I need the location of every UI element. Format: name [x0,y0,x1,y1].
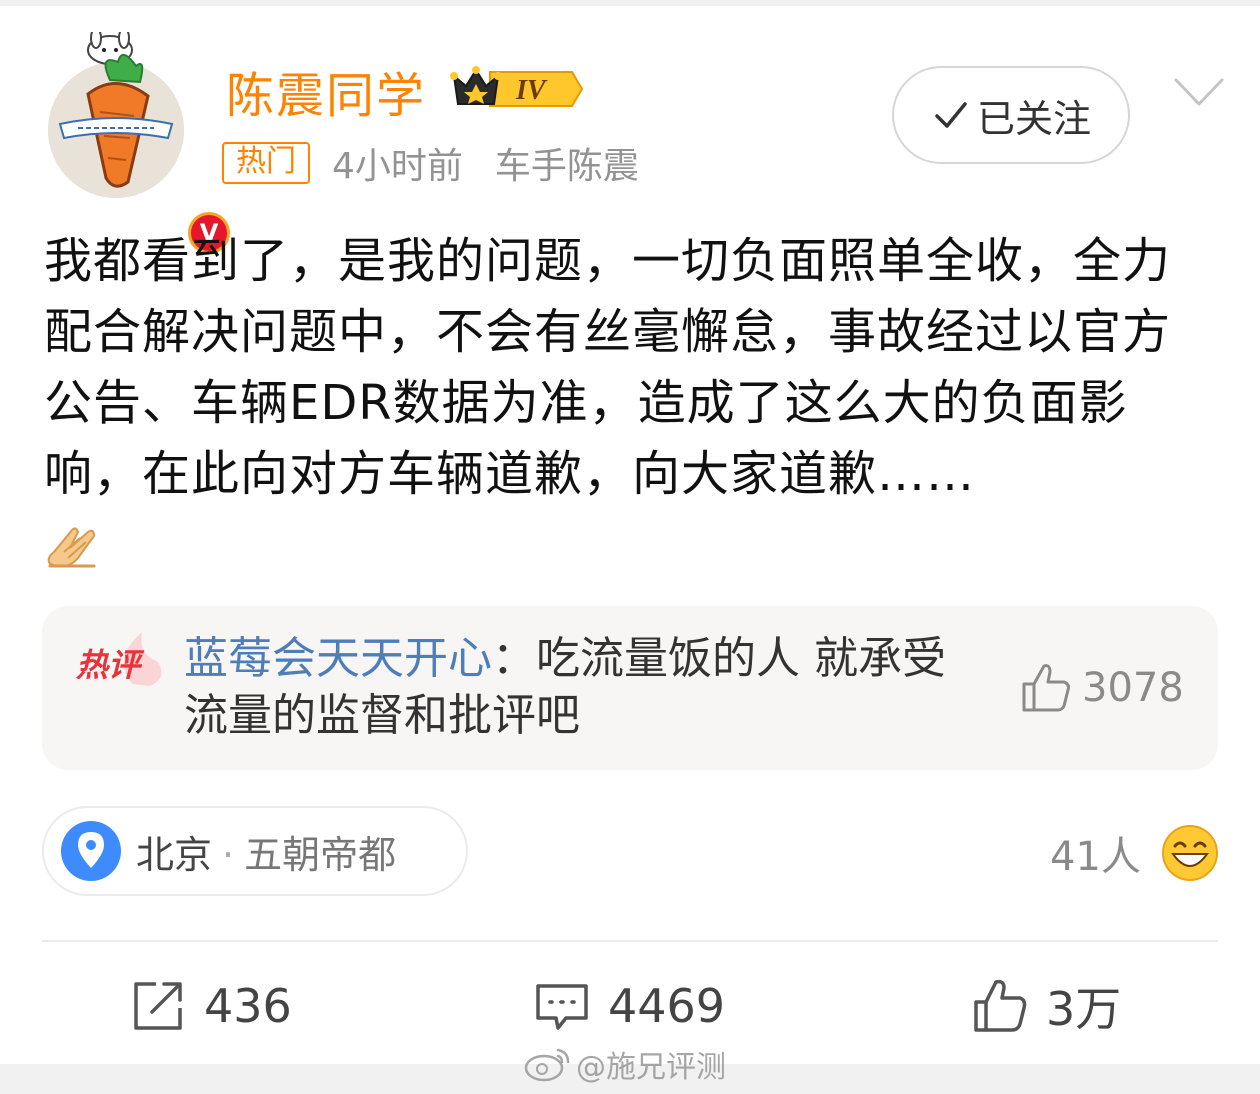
post-time: 4小时前 [332,146,463,187]
chevron-down-icon[interactable] [1172,74,1226,110]
location-city: 北京 [136,832,213,877]
repost-button[interactable]: 436 [130,970,292,1042]
comment-button[interactable]: 4469 [534,970,725,1042]
hot-tag: 热门 [222,142,310,184]
carrot-avatar-icon [48,32,184,198]
author-avatar[interactable]: V [48,32,234,258]
location-label: 北京 · 五朝帝都 [136,824,396,879]
location-separator: · [222,832,235,877]
share-icon [134,982,182,1030]
watermark: @施兄评测 [524,1044,726,1085]
post-source[interactable]: 车手陈震 [495,137,639,189]
post-meta: 热门 4小时前 车手陈震 [222,137,639,189]
weibo-logo-icon [524,1048,570,1082]
comment-icon [536,984,588,1030]
top-strip [0,0,1260,6]
reactions-summary[interactable]: 41人 [1050,818,1219,888]
hot-comment-text: 蓝莓会天天开心：吃流量饭的人 就承受流量的监督和批评吧 [184,630,984,744]
location-sublabel: 五朝帝都 [244,832,397,877]
folded-hands-emoji [47,527,96,568]
location-tag[interactable]: 北京 · 五朝帝都 [42,806,468,896]
hot-comment-like-button[interactable]: 3078 [1018,656,1184,720]
grinning-face-emoji [1161,825,1218,881]
follow-label: 已关注 [976,96,1091,141]
like-button[interactable]: 3万 [972,970,1121,1042]
watermark-text: @施兄评测 [576,1050,726,1085]
hot-comment-card[interactable]: 热评 蓝莓会天天开心：吃流量饭的人 就承受流量的监督和批评吧 3078 [42,606,1218,770]
action-bar: 436 4469 3万 [0,970,1260,1042]
crown-level-badge-icon: IV [450,66,584,107]
hot-comment-separator: ： [492,633,536,684]
thumbs-up-icon [1022,664,1070,712]
location-pin-icon [61,821,121,881]
level-badge-text: IV [515,75,548,106]
divider [42,940,1218,942]
check-icon [935,102,967,128]
follow-button[interactable]: 已关注 [892,66,1130,164]
author-name[interactable]: 陈震同学 [226,56,426,126]
repost-count: 436 [204,979,292,1033]
post-content: 我都看到了，是我的问题，一切负面照单全收，全力配合解决问题中，不会有丝毫懈怠，事… [44,233,1172,502]
hot-comment-tag: 热评 [76,646,141,684]
like-count: 3万 [1046,982,1122,1036]
hot-comment-like-count: 3078 [1082,665,1184,711]
thumbs-up-icon [974,979,1027,1032]
comment-count: 4469 [608,979,726,1033]
reactions-count: 41人 [1050,834,1141,880]
hot-comment-user[interactable]: 蓝莓会天天开心 [184,633,492,684]
